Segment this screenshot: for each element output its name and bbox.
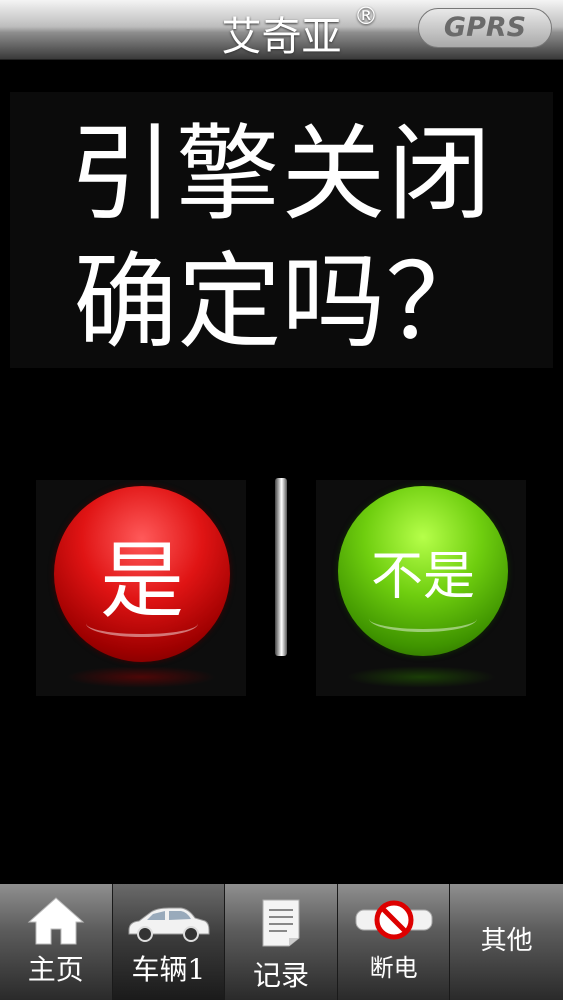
nav-more-label: 其他 xyxy=(480,926,533,956)
bottom-nav: 主页 车辆1 记录 断电 其他 xyxy=(0,884,563,1000)
power-cut-icon xyxy=(354,900,434,944)
nav-home[interactable]: 主页 xyxy=(0,884,113,1000)
prompt-line-2: 确定吗？ xyxy=(73,241,490,363)
home-icon xyxy=(27,896,85,950)
car-icon xyxy=(125,906,211,946)
button-divider xyxy=(275,478,287,656)
nav-more[interactable]: 其他 xyxy=(450,884,563,1000)
no-button[interactable]: 不是 xyxy=(338,486,508,656)
no-button-reflection xyxy=(346,666,496,688)
registered-mark: ® xyxy=(354,2,378,30)
prompt-line-1: 引擎关闭 xyxy=(69,113,494,235)
gprs-badge[interactable]: GPRS xyxy=(418,8,552,48)
nav-records[interactable]: 记录 xyxy=(225,884,338,1000)
yes-button-container: 是 xyxy=(36,480,246,696)
yes-button[interactable]: 是 xyxy=(54,486,230,662)
nav-vehicle[interactable]: 车辆1 xyxy=(112,884,226,1000)
nav-vehicle-label: 车辆1 xyxy=(131,953,206,986)
document-icon xyxy=(259,898,303,952)
nav-power-cut[interactable]: 断电 xyxy=(337,884,451,1000)
nav-home-label: 主页 xyxy=(27,953,84,986)
confirm-prompt: 引擎关闭 确定吗？ xyxy=(10,92,553,368)
nav-power-cut-label: 断电 xyxy=(369,954,418,982)
yes-button-reflection xyxy=(66,666,216,688)
top-bar: 艾奇亚 ® GPRS xyxy=(0,0,563,60)
nav-records-label: 记录 xyxy=(252,959,309,992)
no-button-container: 不是 xyxy=(316,480,526,696)
